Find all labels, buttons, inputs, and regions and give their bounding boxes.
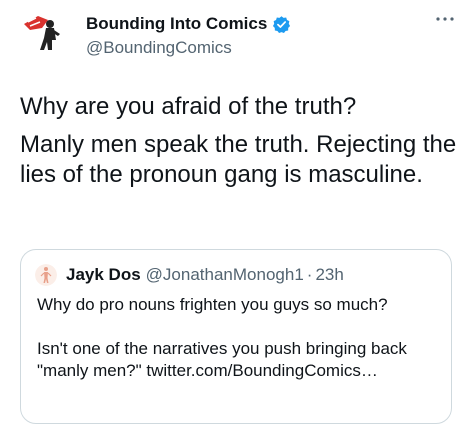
- more-options-icon[interactable]: [434, 12, 456, 26]
- quoted-tweet-body: Why do pro nouns frighten you guys so mu…: [37, 294, 447, 404]
- quoted-author-handle[interactable]: @JonathanMonogh1: [146, 265, 304, 285]
- tweet-line-2: Manly men speak the truth. Rejecting the…: [20, 131, 457, 188]
- quoted-tweet-header: Jayk Dos @JonathanMonogh1 · 23h: [35, 264, 344, 286]
- tweet-line-1: Why are you afraid of the truth?: [20, 93, 357, 120]
- quoted-timestamp[interactable]: 23h: [315, 265, 343, 285]
- quoted-avatar-icon: [35, 264, 57, 286]
- quoted-text-line-1: Why do pro nouns frighten you guys so mu…: [37, 295, 388, 314]
- verified-badge-icon: [273, 15, 291, 33]
- author-avatar[interactable]: [14, 4, 74, 64]
- quoted-text-line-2: Isn't one of the narratives you push bri…: [37, 339, 407, 380]
- quoted-author-name[interactable]: Jayk Dos: [66, 265, 141, 285]
- bounding-logo-icon: [14, 4, 74, 64]
- quoted-tweet-card[interactable]: Jayk Dos @JonathanMonogh1 · 23h Why do p…: [20, 249, 452, 424]
- author-name-row[interactable]: Bounding Into Comics: [86, 14, 291, 34]
- author-handle[interactable]: @BoundingComics: [86, 38, 232, 58]
- tweet-text: Why are you afraid of the truth? Manly m…: [20, 92, 460, 198]
- quoted-author-avatar[interactable]: [35, 264, 57, 286]
- separator-dot: ·: [306, 265, 313, 284]
- author-display-name[interactable]: Bounding Into Comics: [86, 14, 267, 34]
